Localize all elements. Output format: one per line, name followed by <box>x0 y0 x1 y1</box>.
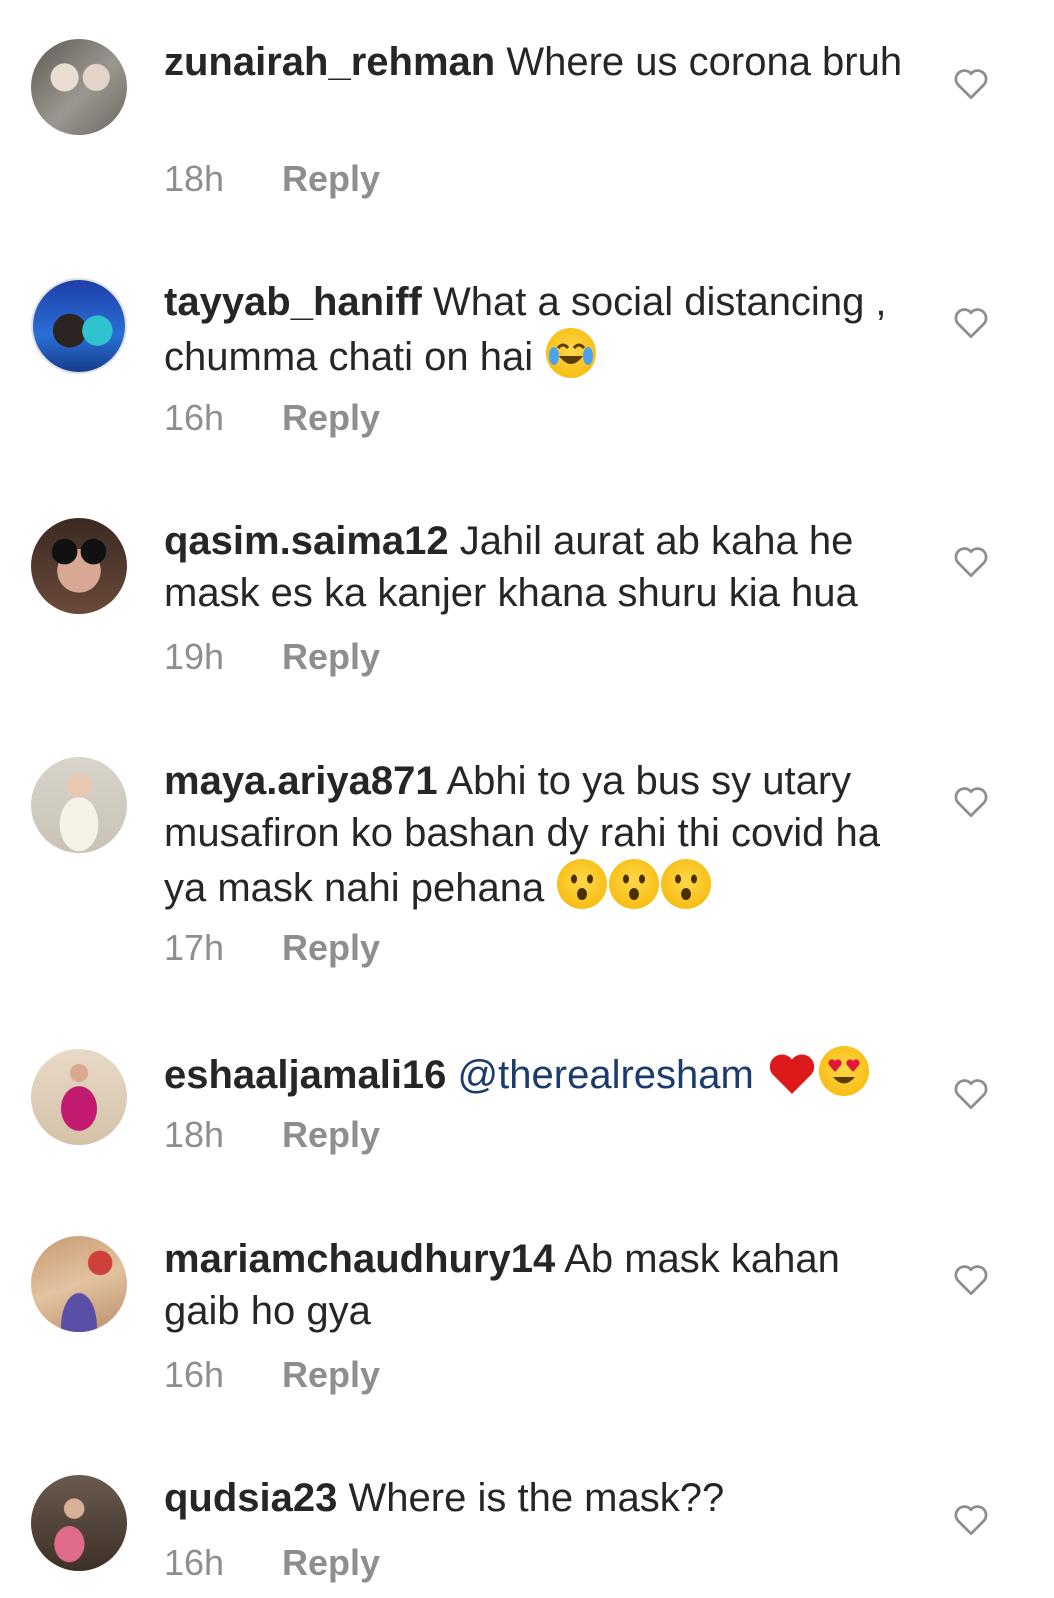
avatar[interactable] <box>31 518 127 614</box>
comment-username[interactable]: tayyab_haniff <box>164 280 422 324</box>
hushed-face-icon <box>661 859 712 909</box>
reply-button[interactable]: Reply <box>282 158 380 199</box>
comment-timestamp: 16h <box>164 1354 225 1395</box>
smiling-face-with-heart-eyes-icon <box>818 1046 869 1096</box>
comment-text: Where is the mask?? <box>348 1476 725 1520</box>
comment-timestamp: 18h <box>164 158 225 199</box>
face-with-tears-of-joy-icon <box>546 328 597 378</box>
heart-outline-icon[interactable] <box>952 1502 990 1536</box>
comment-username[interactable]: zunairah_rehman <box>164 40 495 84</box>
reply-button[interactable]: Reply <box>282 1542 380 1583</box>
comment-username[interactable]: eshaaljamali16 <box>164 1053 446 1097</box>
comment-username[interactable]: maya.ariya871 <box>164 759 438 803</box>
comment-timestamp: 16h <box>164 397 225 438</box>
reply-button[interactable]: Reply <box>282 1354 380 1395</box>
heart-outline-icon[interactable] <box>952 1262 990 1296</box>
comment-timestamp: 19h <box>164 636 225 677</box>
reply-button[interactable]: Reply <box>282 397 380 438</box>
comment-username[interactable]: qudsia23 <box>164 1476 337 1520</box>
heart-outline-icon[interactable] <box>952 305 990 339</box>
heart-outline-icon[interactable] <box>952 784 990 818</box>
heart-outline-icon[interactable] <box>952 1076 990 1110</box>
comment-timestamp: 16h <box>164 1542 225 1583</box>
avatar[interactable] <box>31 1475 127 1571</box>
comment-text: Where us corona bruh <box>506 40 903 84</box>
reply-button[interactable]: Reply <box>282 636 380 677</box>
reply-button[interactable]: Reply <box>282 1114 380 1155</box>
avatar[interactable] <box>31 757 127 853</box>
mention-link[interactable]: @therealresham <box>458 1053 754 1097</box>
avatar[interactable] <box>31 1236 127 1332</box>
avatar[interactable] <box>31 39 127 135</box>
red-heart-icon <box>767 1046 817 1096</box>
comment-username[interactable]: qasim.saima12 <box>164 519 449 563</box>
reply-button[interactable]: Reply <box>282 927 380 968</box>
hushed-face-icon <box>557 859 608 909</box>
hushed-face-icon <box>609 859 660 909</box>
comment-username[interactable]: mariamchaudhury14 <box>164 1237 555 1281</box>
avatar[interactable] <box>31 1049 127 1145</box>
heart-outline-icon[interactable] <box>952 544 990 578</box>
comment-timestamp: 18h <box>164 1114 225 1155</box>
avatar[interactable] <box>31 278 127 374</box>
heart-outline-icon[interactable] <box>952 66 990 100</box>
comment-timestamp: 17h <box>164 927 225 968</box>
